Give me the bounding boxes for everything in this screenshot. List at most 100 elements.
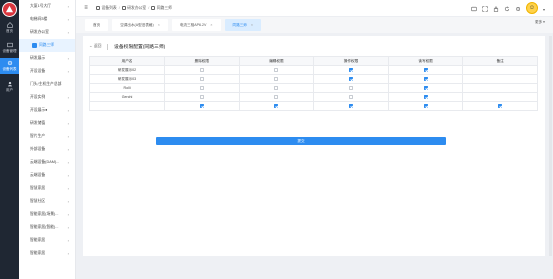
menu-item[interactable]: 大厦1号大厅 › [19, 0, 75, 13]
menu-item[interactable]: 智能家居 › [19, 234, 75, 247]
rail-item-label: 用户 [6, 88, 13, 92]
menu-item-label: 智慧家居 [30, 186, 46, 190]
chevron-right-icon: › [67, 199, 69, 204]
permission-checkbox[interactable] [199, 104, 204, 109]
permission-checkbox[interactable] [423, 95, 428, 100]
tab-label: 同路三师 [232, 23, 247, 27]
rail-item-label: 首页 [6, 29, 13, 33]
menu-item[interactable]: 智片生产 › [19, 130, 75, 143]
permission-checkbox[interactable] [498, 104, 503, 109]
left-rail: 首页 设备管理 设备列表 用户 [0, 0, 19, 279]
menu-toggle-icon[interactable]: ≡ [82, 4, 90, 12]
chevron-right-icon: › [67, 147, 69, 152]
menu-item[interactable]: 智慧家居 › [19, 182, 75, 195]
permission-checkbox[interactable] [423, 86, 428, 91]
file-icon [151, 6, 156, 10]
rail-item-home[interactable]: 首页 [0, 20, 19, 36]
chevron-right-icon: › [67, 121, 69, 126]
permission-checkbox[interactable] [348, 95, 353, 100]
chevron-right-icon: › [67, 186, 69, 191]
menu-item[interactable]: 智能家居 › [19, 247, 75, 260]
menu-item[interactable]: 同路三师 [19, 39, 75, 52]
permission-checkbox[interactable] [199, 86, 204, 91]
tab[interactable]: 同路三师 × [224, 19, 261, 31]
message-icon[interactable] [471, 6, 477, 12]
scrollbar[interactable] [549, 36, 552, 256]
permission-checkbox[interactable] [199, 77, 204, 82]
permission-checkbox[interactable] [348, 77, 353, 82]
menu-item-label: 云端设备(DAM)... [30, 160, 60, 164]
breadcrumb-item[interactable]: 研发办公室 [127, 6, 146, 11]
permission-table: 用户名 删除权限 编辑权限 操作权限 读写权限 备注 研发展示02 研发展示03 Rolli G… [89, 56, 538, 111]
menu-item[interactable]: 开设实例 › [19, 91, 75, 104]
permission-checkbox[interactable] [423, 77, 428, 82]
breadcrumb-item[interactable]: 设备列表 [102, 6, 117, 11]
close-icon[interactable]: × [210, 23, 212, 27]
permission-cell [164, 101, 240, 111]
breadcrumb-separator: / [148, 6, 150, 10]
settings-icon[interactable] [515, 6, 521, 12]
breadcrumb-item[interactable]: 同路三师 [157, 6, 172, 11]
permission-checkbox[interactable] [274, 86, 279, 91]
gear-icon [7, 60, 12, 66]
logo-icon [2, 2, 17, 17]
menu-item[interactable]: 研发展示 › [19, 52, 75, 65]
permission-checkbox[interactable] [423, 104, 428, 109]
avatar-caret[interactable]: ▾ [543, 7, 545, 12]
permission-checkbox[interactable] [348, 104, 353, 109]
permission-checkbox[interactable] [274, 68, 279, 73]
close-icon[interactable]: × [158, 23, 160, 27]
divider [107, 43, 109, 50]
menu-item[interactable]: 电梯间3楼 › [19, 13, 75, 26]
menu-item-label: 大厦1号大厅 [30, 4, 52, 8]
menu-item[interactable]: 研发储值 › [19, 117, 75, 130]
permission-cell [164, 83, 240, 93]
menu-item[interactable]: 研发办公室 › [19, 26, 75, 39]
rail-item-device-list[interactable]: 设备列表 [0, 58, 19, 74]
menu-item[interactable]: 智慧社区 › [19, 195, 75, 208]
submit-button[interactable]: 提交 [156, 137, 446, 145]
permission-cell [238, 74, 315, 84]
permission-checkbox[interactable] [199, 68, 204, 73]
menu-item[interactable]: 云端设备 › [19, 169, 75, 182]
permission-cell [387, 74, 464, 84]
menu-item[interactable]: 外部设备 › [19, 143, 75, 156]
chevron-right-icon: › [67, 4, 69, 9]
menu-item[interactable]: 门头/主机生产总部 [19, 78, 75, 91]
chevron-right-icon: › [67, 108, 69, 113]
menu-item[interactable]: 开设设备 › [19, 65, 75, 78]
menu-item[interactable]: 智能家居(场景)... › [19, 208, 75, 221]
close-icon[interactable]: × [251, 23, 253, 27]
menu-item[interactable]: 云端设备(DAM)... › [19, 156, 75, 169]
back-button[interactable]: ← 返回 [89, 44, 101, 49]
tab-label: 电流三相AP6.2V [179, 23, 207, 27]
tab[interactable]: 首页 [85, 19, 109, 31]
tab[interactable]: 电流三相AP6.2V × [171, 19, 221, 31]
permission-checkbox[interactable] [423, 68, 428, 73]
permission-cell [313, 83, 389, 93]
permission-checkbox[interactable] [348, 68, 353, 73]
permission-checkbox[interactable] [199, 95, 204, 100]
permission-checkbox[interactable] [348, 86, 353, 91]
menu-item-label: 智能家居(智能)... [30, 225, 59, 229]
menu-item-label: 开设设备 [30, 69, 46, 73]
tab[interactable]: 空调出水(A型旧表格) × [112, 19, 168, 31]
table-row: 研发展示03 [89, 74, 538, 84]
top-header: ≡ 设备列表 / 研发办公室 / 同路三师 ☺ ▾ [76, 0, 553, 17]
rail-item-device[interactable]: 设备管理 [0, 40, 19, 56]
refresh-icon[interactable] [504, 6, 510, 12]
tabs-more-button[interactable]: 更多 ▾ [535, 20, 545, 25]
rail-item-user[interactable]: 用户 [0, 79, 19, 95]
permission-checkbox[interactable] [274, 95, 279, 100]
card-header: ← 返回 设备权限配置(同路三师) [89, 43, 165, 50]
permission-checkbox[interactable] [274, 77, 279, 82]
column-header: 操作权限 [313, 56, 389, 66]
permission-checkbox[interactable] [274, 104, 279, 109]
device-icon [6, 42, 13, 48]
tab-label: 空调出水(A型旧表格) [120, 23, 154, 27]
menu-item[interactable]: 开设展示● › [19, 104, 75, 117]
lock-icon[interactable] [493, 6, 499, 12]
avatar[interactable]: ☺ [525, 2, 538, 14]
fullscreen-icon[interactable] [482, 6, 488, 12]
menu-item[interactable]: 智能家居(智能)... › [19, 221, 75, 234]
